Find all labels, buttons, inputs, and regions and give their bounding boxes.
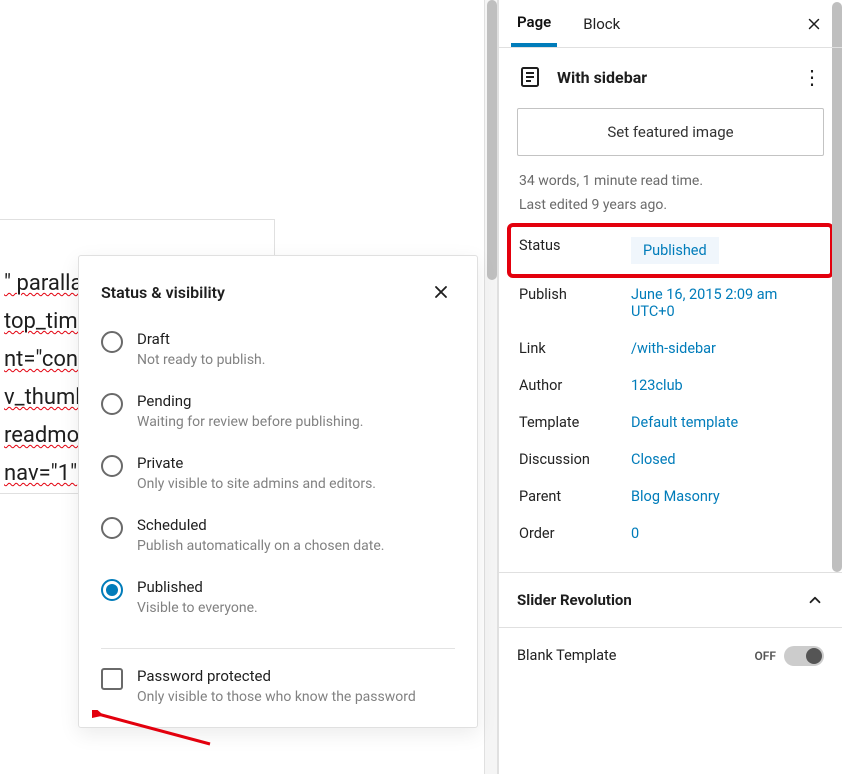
publish-value[interactable]: June 16, 2015 2:09 am UTC+0 (631, 286, 822, 320)
status-value[interactable]: Published (631, 237, 822, 264)
radio-desc: Waiting for review before publishing. (137, 414, 363, 430)
blank-template-toggle[interactable]: OFF (755, 646, 824, 666)
password-protected-option[interactable]: Password protected Only visible to those… (79, 649, 477, 727)
row-parent[interactable]: Parent Blog Masonry (519, 478, 822, 515)
radio-desc: Visible to everyone. (137, 600, 258, 616)
editor-scrollbar[interactable] (484, 0, 498, 774)
set-featured-image-button[interactable]: Set featured image (517, 108, 824, 156)
radio-desc: Only visible to site admins and editors. (137, 476, 376, 492)
page-title: With sidebar (557, 68, 786, 87)
status-option-scheduled[interactable]: Scheduled Publish automatically on a chos… (101, 506, 455, 568)
status-label: Status (519, 237, 621, 254)
page-summary-panel: With sidebar ⋮ Set featured image 34 wor… (499, 48, 842, 573)
radio-desc: Publish automatically on a chosen date. (137, 538, 384, 554)
password-protected-label: Password protected (137, 667, 416, 685)
parent-label: Parent (519, 488, 621, 505)
link-value[interactable]: /with-sidebar (631, 340, 822, 357)
close-sidebar-icon[interactable] (802, 10, 830, 38)
close-icon-svg (431, 282, 451, 302)
radio-label: Scheduled (137, 516, 384, 534)
row-discussion[interactable]: Discussion Closed (519, 441, 822, 478)
template-label: Template (519, 414, 621, 431)
row-template[interactable]: Template Default template (519, 404, 822, 441)
radio-button[interactable] (101, 517, 123, 539)
section-title: Slider Revolution (517, 591, 632, 609)
sidebar-scrollbar[interactable] (832, 2, 842, 572)
status-option-private[interactable]: Private Only visible to site admins and e… (101, 444, 455, 506)
author-label: Author (519, 377, 621, 394)
status-option-published[interactable]: Published Visible to everyone. (101, 568, 455, 630)
radio-button[interactable] (101, 455, 123, 477)
page-icon (517, 64, 543, 90)
blank-template-row: Blank Template OFF (499, 628, 842, 684)
slider-revolution-section[interactable]: Slider Revolution (499, 573, 842, 628)
discussion-value[interactable]: Closed (631, 451, 822, 468)
radio-label: Draft (137, 330, 265, 348)
toggle-track (784, 646, 824, 666)
status-option-pending[interactable]: Pending Waiting for review before publish… (101, 382, 455, 444)
sidebar-tabs: Page Block (499, 0, 842, 48)
link-label: Link (519, 340, 621, 357)
tab-page[interactable]: Page (511, 1, 557, 47)
publish-label: Publish (519, 286, 621, 303)
status-option-draft[interactable]: Draft Not ready to publish. (101, 320, 455, 382)
status-radio-group: Draft Not ready to publish. Pending Waiting… (79, 316, 477, 640)
status-visibility-popover: Status & visibility Draft Not ready to pu… (78, 255, 478, 728)
last-edited-text: Last edited 9 years ago. (517, 192, 824, 216)
row-status[interactable]: Status Published (511, 227, 830, 274)
row-publish[interactable]: Publish June 16, 2015 2:09 am UTC+0 (519, 276, 822, 330)
password-protected-checkbox[interactable] (101, 668, 123, 690)
template-value[interactable]: Default template (631, 414, 822, 431)
password-protected-desc: Only visible to those who know the passw… (137, 689, 416, 705)
discussion-label: Discussion (519, 451, 621, 468)
chevron-up-icon (806, 591, 824, 609)
settings-sidebar: Page Block With sidebar ⋮ Set featured i… (498, 0, 842, 774)
radio-label: Pending (137, 392, 363, 410)
close-icon[interactable] (427, 278, 455, 306)
toggle-state-text: OFF (755, 649, 776, 663)
radio-desc: Not ready to publish. (137, 352, 265, 368)
order-label: Order (519, 525, 621, 542)
order-value[interactable]: 0 (631, 525, 822, 542)
radio-label: Published (137, 578, 258, 596)
popover-title: Status & visibility (101, 283, 225, 302)
author-value[interactable]: 123club (631, 377, 822, 394)
radio-label: Private (137, 454, 376, 472)
parent-value[interactable]: Blog Masonry (631, 488, 822, 505)
blank-template-label: Blank Template (517, 647, 616, 664)
radio-button[interactable] (101, 331, 123, 353)
tab-block[interactable]: Block (577, 3, 626, 45)
toggle-knob (806, 648, 822, 664)
row-order[interactable]: Order 0 (519, 515, 822, 552)
row-author[interactable]: Author 123club (519, 367, 822, 404)
radio-button[interactable] (101, 579, 123, 601)
row-link[interactable]: Link /with-sidebar (519, 330, 822, 367)
radio-button[interactable] (101, 393, 123, 415)
scroll-thumb[interactable] (487, 0, 497, 280)
more-actions-icon[interactable]: ⋮ (800, 67, 824, 87)
word-count-text: 34 words, 1 minute read time. (517, 156, 824, 192)
